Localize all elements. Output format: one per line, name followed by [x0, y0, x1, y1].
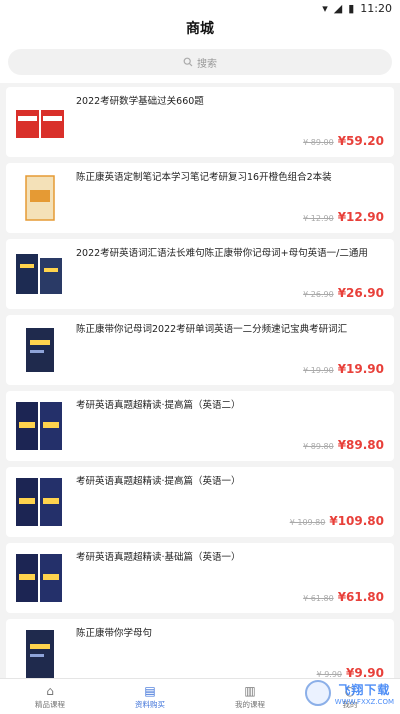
product-card[interactable]: 2022考研英语词汇语法长难句陈正康带你记母词+母句英语一/二通用 ¥ 26.9… — [6, 239, 394, 309]
tab-materials[interactable]: ▤ 资料购买 — [100, 679, 200, 714]
product-cover — [12, 320, 68, 380]
product-cover — [12, 168, 68, 228]
status-bar: ▾ ◢ ▮ 11:20 — [0, 0, 400, 16]
original-price: ¥ 26.90 — [303, 290, 334, 299]
product-title: 陈正康带你记母词2022考研单词英语一二分频速记宝典考研词汇 — [76, 324, 348, 335]
product-title: 考研英语真题超精读·提高篇（英语二） — [76, 400, 241, 411]
watermark-logo: 飞翔下载 WWW.FXXZ.COM — [304, 680, 394, 706]
status-time: 11:20 — [360, 1, 392, 15]
product-cover — [12, 244, 68, 304]
product-title: 陈正康英语定制笔记本学习笔记考研复习16开橙色组合2本装 — [76, 172, 332, 183]
original-price: ¥ 12.90 — [303, 214, 334, 223]
sale-price: ¥109.80 — [329, 514, 384, 528]
tab-label: 我的课程 — [235, 699, 265, 709]
product-card[interactable]: 2022考研数学基础过关660题 ¥ 89.00 ¥59.20 — [6, 87, 394, 157]
product-card[interactable]: 考研英语真题超精读·基础篇（英语一） ¥ 61.80 ¥61.80 — [6, 543, 394, 613]
tab-label: 精品课程 — [35, 699, 65, 709]
product-card[interactable]: 考研英语真题超精读·提高篇（英语一） ¥ 109.80 ¥109.80 — [6, 467, 394, 537]
search-input[interactable]: 搜索 — [8, 49, 392, 75]
search-icon — [183, 57, 193, 67]
product-cover — [12, 472, 68, 532]
original-price: ¥ 19.90 — [303, 366, 334, 375]
product-card[interactable]: 考研英语真题超精读·提高篇（英语二） ¥ 89.80 ¥89.80 — [6, 391, 394, 461]
sale-price: ¥61.80 — [337, 590, 384, 604]
tab-my-courses[interactable]: ▥ 我的课程 — [200, 679, 300, 714]
watermark-url: WWW.FXXZ.COM — [334, 697, 394, 706]
product-card[interactable]: 陈正康英语定制笔记本学习笔记考研复习16开橙色组合2本装 ¥ 12.90 ¥12.… — [6, 163, 394, 233]
sale-price: ¥19.90 — [337, 362, 384, 376]
tab-label: 资料购买 — [135, 699, 165, 709]
original-price: ¥ 109.80 — [289, 518, 326, 527]
page-title: 商城 — [0, 16, 400, 46]
watermark-icon — [304, 680, 331, 706]
sale-price: ¥12.90 — [337, 210, 384, 224]
product-cover — [12, 396, 68, 456]
search-bar-container: 搜索 — [0, 46, 400, 83]
search-placeholder: 搜索 — [197, 58, 217, 70]
original-price: ¥ 89.80 — [303, 442, 334, 451]
tab-courses[interactable]: ⌂ 精品课程 — [0, 679, 100, 714]
product-cover — [12, 92, 68, 152]
sale-price: ¥26.90 — [337, 286, 384, 300]
wifi-icon: ▾ — [322, 1, 328, 15]
signal-icon: ◢ — [333, 1, 343, 15]
sale-price: ¥89.80 — [337, 438, 384, 452]
original-price: ¥ 89.00 — [303, 138, 334, 147]
watermark-text: 飞翔下载 — [338, 682, 391, 697]
battery-icon: ▮ — [348, 1, 355, 15]
product-cover — [12, 548, 68, 608]
sale-price: ¥59.20 — [337, 134, 384, 148]
product-title: 2022考研英语词汇语法长难句陈正康带你记母词+母句英语一/二通用 — [76, 248, 368, 259]
courses-icon: ▥ — [244, 683, 256, 698]
product-title: 陈正康带你学母句 — [76, 628, 153, 639]
home-icon: ⌂ — [46, 683, 54, 698]
book-icon: ▤ — [144, 683, 156, 698]
original-price: ¥ 61.80 — [303, 594, 334, 603]
product-title: 考研英语真题超精读·基础篇（英语一） — [76, 552, 241, 563]
product-cover — [12, 624, 68, 684]
product-list: 2022考研数学基础过关660题 ¥ 89.00 ¥59.20 陈正康英语定制笔记… — [0, 83, 400, 689]
product-title: 2022考研数学基础过关660题 — [76, 96, 204, 107]
product-title: 考研英语真题超精读·提高篇（英语一） — [76, 476, 241, 487]
product-card[interactable]: 陈正康带你记母词2022考研单词英语一二分频速记宝典考研词汇 ¥ 19.90 ¥1… — [6, 315, 394, 385]
